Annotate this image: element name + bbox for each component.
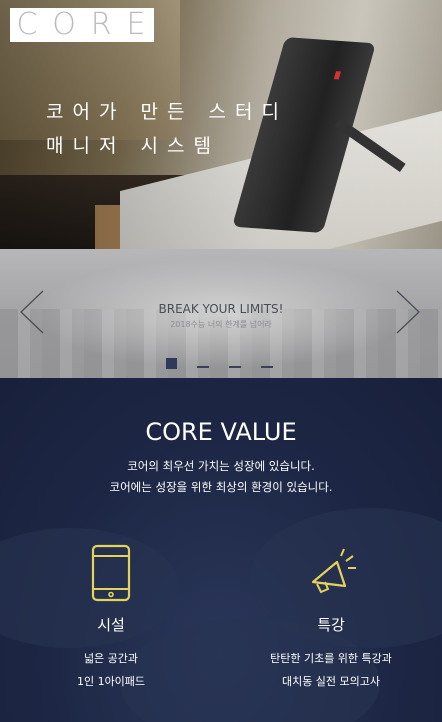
feature-facility: 시설 넓은 공간과 1인 1아이패드 (11, 544, 211, 693)
banner-title: BREAK YOUR LIMITS! (158, 302, 284, 316)
slider-banner: BREAK YOUR LIMITS! 2018수능 너의 한계를 넘어라 (0, 249, 442, 378)
banner-subtitle: 2018수능 너의 한계를 넘어라 (170, 320, 272, 329)
slide-dot-2[interactable] (197, 366, 209, 368)
core-value-heading: CORE VALUE (145, 418, 297, 446)
core-value-desc-1: 코어의 최우선 가치는 성장에 있습니다. (127, 459, 315, 473)
slide-dot-4[interactable] (261, 366, 273, 368)
tablet-icon (81, 544, 141, 604)
megaphone-icon (301, 544, 361, 604)
slide-dot-3[interactable] (229, 366, 241, 368)
core-value-section: CORE VALUE 코어의 최우선 가치는 성장에 있습니다. 코어에는 성장… (0, 378, 442, 722)
core-logo[interactable]: C O R E (10, 8, 154, 42)
hero-title: 코어가 만든 스터디 매니저 시스템 (46, 101, 288, 157)
slide-indicators (166, 358, 273, 369)
slide-dot-1[interactable] (166, 358, 177, 369)
core-value-desc-2: 코어에는 성장을 위한 최상의 환경이 있습니다. (109, 480, 333, 494)
feature-lecture: 특강 탄탄한 기초를 위한 특강과 대치동 실전 모의고사 (231, 544, 431, 693)
hero-section: C O R E 코어가 만든 스터디 매니저 시스템 (0, 0, 442, 249)
